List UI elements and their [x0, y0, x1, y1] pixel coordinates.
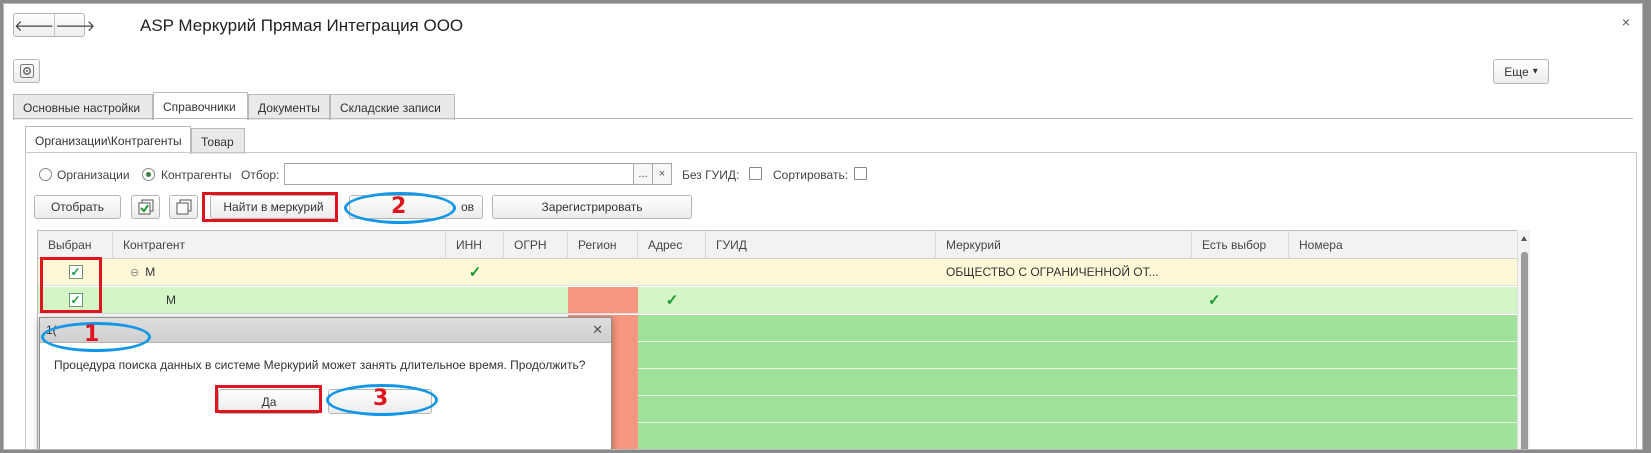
counterparty-name: М: [145, 265, 156, 279]
tab-label: Складские записи: [340, 100, 441, 115]
no-guid-label: Без ГУИД:: [682, 168, 740, 182]
table-row[interactable]: ✓ М ✓ ✓: [38, 287, 1522, 314]
window-title: ASP Меркурий Прямая Интеграция ООО: [140, 16, 464, 35]
filter-clear-button[interactable]: ×: [652, 163, 672, 185]
check-all-button[interactable]: [131, 195, 160, 219]
address-ok-icon: ✓: [665, 292, 679, 309]
scroll-thumb[interactable]: [1521, 252, 1528, 449]
tab-warehouse[interactable]: Складские записи: [330, 94, 455, 120]
tab-main-settings[interactable]: Основные настройки: [13, 94, 153, 120]
filter-input[interactable]: [284, 163, 634, 185]
collapse-icon[interactable]: ⊖: [130, 266, 139, 279]
annotation-number-2: 2: [391, 194, 407, 219]
has-choice-cell: ✓: [1192, 287, 1289, 313]
select-button-label: Отобрать: [50, 200, 105, 214]
col-header-has-choice[interactable]: Есть выбор: [1192, 231, 1289, 259]
tab-label: Документы: [258, 100, 320, 115]
dialog-close-icon[interactable]: ✕: [592, 322, 603, 338]
subtab-organizations[interactable]: Организации\Контрагенты: [25, 126, 191, 154]
main-tabs: Основные настройки Справочники Документы…: [13, 92, 1633, 120]
dialog-message: Процедура поиска данных в системе Меркур…: [54, 358, 586, 372]
tab-label: Основные настройки: [23, 100, 141, 115]
col-header-selected[interactable]: Выбран: [38, 231, 113, 259]
sub-tabs: Организации\Контрагенты Товар: [25, 126, 725, 154]
highlight-find-button: [202, 192, 338, 222]
col-header-guid[interactable]: ГУИД: [706, 231, 936, 259]
radio-organizations-label: Организации: [57, 168, 130, 182]
col-header-inn[interactable]: ИНН: [446, 231, 504, 259]
address-cell: ✓: [638, 287, 706, 313]
uncheck-all-icon: [176, 199, 191, 215]
nav-buttons: 🡐 🡒: [13, 13, 95, 37]
gear-icon: [19, 64, 34, 78]
filter-label: Отбор:: [241, 168, 280, 182]
annotation-number-1: 1: [84, 322, 100, 347]
main-window: 🡐 🡒 ASP Меркурий Прямая Интеграция ООО ×…: [3, 3, 1643, 450]
table-row[interactable]: ✓ ⊖ М ✓ ОБЩЕСТВО С ОГРАНИЧЕННОЙ ОТ...: [38, 259, 1522, 286]
table-scrollbar[interactable]: [1517, 230, 1530, 449]
col-header-counterparty[interactable]: Контрагент: [113, 231, 446, 259]
data-rows-fill: [638, 315, 1522, 449]
more-button[interactable]: Еще ▾: [1493, 59, 1549, 84]
sort-label: Сортировать:: [773, 168, 849, 182]
tab-label: Справочники: [163, 99, 236, 114]
no-guid-checkbox[interactable]: [749, 167, 762, 180]
inn-cell: ✓: [446, 259, 504, 285]
more-label: Еще: [1504, 64, 1529, 79]
settings-button[interactable]: [13, 59, 40, 83]
register-button[interactable]: Зарегистрировать: [492, 195, 692, 219]
radio-counterparties[interactable]: [142, 168, 155, 181]
inn-ok-icon: ✓: [468, 264, 482, 281]
select-button[interactable]: Отобрать: [34, 195, 121, 219]
counterparty-cell: М: [166, 287, 176, 313]
highlight-yes-button: [215, 385, 322, 413]
radio-counterparties-label: Контрагенты: [161, 168, 232, 182]
counterparty-cell: ⊖ М: [130, 259, 155, 285]
register-button-label: Зарегистрировать: [541, 200, 643, 214]
check-all-icon: [138, 199, 153, 215]
tab-documents[interactable]: Документы: [248, 94, 330, 120]
choice-ok-icon: ✓: [1208, 292, 1221, 309]
col-header-region[interactable]: Регион: [568, 231, 638, 259]
col-header-mercury[interactable]: Меркурий: [936, 231, 1192, 259]
chevron-down-icon: ▾: [1532, 66, 1538, 77]
col-header-address[interactable]: Адрес: [638, 231, 706, 259]
counterparty-name: М: [166, 293, 176, 307]
col-header-numbers[interactable]: Номера: [1289, 231, 1522, 259]
scroll-up-icon[interactable]: [1521, 236, 1527, 241]
annotation-number-3: 3: [373, 386, 389, 411]
sort-checkbox[interactable]: [854, 167, 867, 180]
mercury-cell: ОБЩЕСТВО С ОГРАНИЧЕННОЙ ОТ...: [946, 259, 1159, 285]
radio-organizations[interactable]: [39, 168, 52, 181]
back-arrow-icon[interactable]: 🡐: [14, 14, 56, 36]
highlight-checkboxes: [40, 257, 102, 313]
mercury-value: ОБЩЕСТВО С ОГРАНИЧЕННОЙ ОТ...: [946, 265, 1159, 279]
uncheck-all-button[interactable]: [169, 195, 198, 219]
region-cell: [568, 287, 638, 313]
hidden-button-label: ов: [460, 200, 474, 214]
tab-label: Организации\Контрагенты: [35, 133, 182, 148]
close-window-icon[interactable]: ×: [1622, 14, 1630, 30]
forward-arrow-icon[interactable]: 🡒: [55, 14, 95, 36]
tab-divider: [13, 118, 1633, 119]
subtab-goods[interactable]: Товар: [191, 128, 245, 154]
tab-label: Товар: [201, 134, 234, 149]
filter-select-button[interactable]: ...: [633, 163, 653, 185]
tab-directories[interactable]: Справочники: [153, 92, 248, 120]
col-header-ogrn[interactable]: ОГРН: [504, 231, 568, 259]
